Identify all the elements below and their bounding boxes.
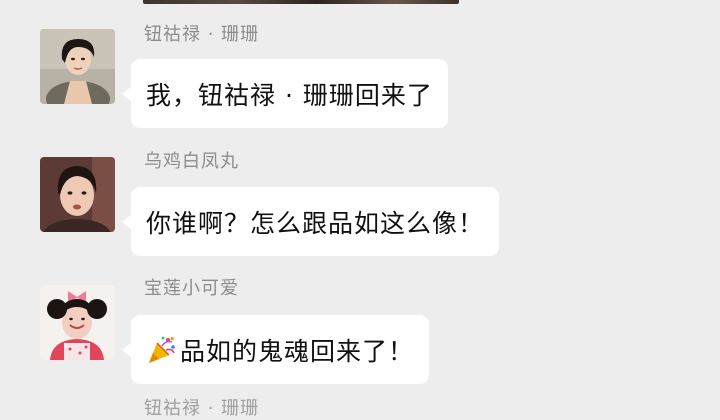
chat-window: 钮祜禄 · 珊珊 我，钮祜禄 · 珊珊回来了 乌鸡白凤丸 你谁啊？怎么跟品如这么… [0,0,720,419]
avatar[interactable] [40,157,115,232]
avatar-woman-short-hair-image [40,29,115,104]
message-bubble[interactable]: 你谁啊？怎么跟品如这么像！ [121,187,500,256]
message-text: 你谁啊？怎么跟品如这么像！ [146,208,485,238]
avatar-woman-pink-bow-image [40,285,115,360]
message-bubble[interactable]: 品如的鬼魂回来了！ [121,315,430,384]
message-text: 我，钮祜禄 · 珊珊回来了 [146,80,433,110]
sender-name: 宝莲小可爱 [144,278,239,299]
sender-name: 钮祜禄 · 珊珊 [144,24,260,45]
sender-name: 钮祜禄 · 珊珊 [144,398,260,419]
sender-name: 乌鸡白凤丸 [144,151,239,172]
avatar[interactable] [40,29,115,104]
party-popper-icon [146,334,178,366]
avatar[interactable] [40,285,115,360]
message-bubble[interactable]: 我，钮祜禄 · 珊珊回来了 [122,59,448,128]
image-message-fragment[interactable] [143,0,459,4]
message-text: 品如的鬼魂回来了！ [180,336,415,366]
avatar-woman-surprised-image [40,157,115,232]
